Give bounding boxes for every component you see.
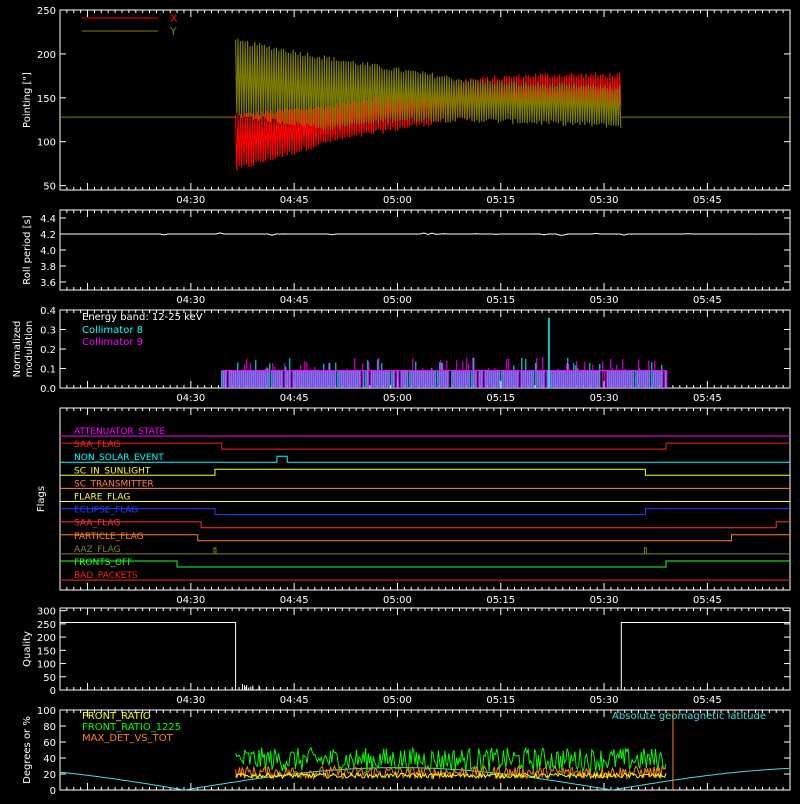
modulation-y-tick-label: 0.4 — [40, 306, 56, 317]
quality-y-tick-label: 200 — [37, 633, 56, 644]
quality-blips — [242, 684, 260, 690]
quality-y-tick-label: 100 — [37, 660, 56, 671]
modulation-legend-label: Collimator 8 — [82, 325, 143, 336]
modulation-y-tick-label: 0.1 — [40, 365, 56, 376]
modulation-time-label: 05:30 — [590, 393, 619, 404]
roll-y-tick-label: 3.6 — [40, 278, 56, 289]
modulation-legend-label: Collimator 9 — [82, 337, 143, 348]
quality-y-tick-label: 300 — [37, 607, 56, 618]
roll-y-tick-label: 3.8 — [40, 262, 56, 273]
summary-plot-canvas: 04:30 04:45 05:00 05:15 05:30 05:45 50 100 150 20… — [12, 6, 791, 797]
roll-y-tick-label: 4.4 — [40, 214, 56, 225]
flag-trace — [60, 442, 790, 450]
modulation-time-label: 04:30 — [176, 393, 205, 404]
quality-y-tick-label: 250 — [37, 620, 56, 631]
flags-time-label: 04:45 — [280, 595, 309, 606]
flag-trace — [60, 534, 790, 542]
hessi-observing-summary: 04:30 04:45 05:00 05:15 05:30 05:45 50 100 150 20… — [0, 0, 800, 800]
quality-time-label: 04:30 — [176, 695, 205, 706]
flags-time-label: 05:45 — [693, 595, 722, 606]
roll-period-series — [60, 232, 788, 236]
flags-time-label: 04:30 — [176, 595, 205, 606]
quality-series — [60, 622, 790, 691]
flags-y-label: Flags — [36, 486, 47, 512]
flag-trace — [60, 508, 790, 516]
quality-y-tick-label: 50 — [43, 673, 56, 684]
quality-time-label: 05:45 — [693, 695, 722, 706]
pointing-y-tick-label: 200 — [37, 50, 56, 61]
geomagnetic-latitude-label: Absolute geomagnetic latitude — [612, 711, 766, 722]
roll-y-label: Roll period [s] — [22, 215, 33, 284]
flags-time-label: 05:15 — [486, 595, 515, 606]
modulation-y-tick-label: 0.3 — [40, 326, 56, 337]
pointing-time-label: 05:00 — [383, 195, 412, 206]
quality-time-label: 05:15 — [486, 695, 515, 706]
ratios-y-tick-label: 100 — [37, 706, 56, 717]
flag-label: SAA_FLAG — [74, 519, 120, 529]
roll-frame — [59, 209, 791, 291]
ratios-y-tick-label: 40 — [43, 754, 56, 765]
ratios-y-label: Degrees or % — [22, 716, 33, 784]
ratios-y-tick-label: 20 — [43, 770, 56, 781]
roll-time-label: 05:30 — [590, 295, 619, 306]
modulation-y-tick-label: 0.2 — [40, 345, 56, 356]
pointing-legend-label: X — [170, 12, 178, 25]
flag-label: SAA_FLAG — [74, 440, 120, 450]
quality-y-label: Quality — [22, 631, 33, 667]
flag-trace — [60, 455, 790, 463]
roll-time-label: 05:15 — [486, 295, 515, 306]
roll-y-tick-label: 4.2 — [40, 230, 56, 241]
roll-y-tick-label: 4.0 — [40, 246, 56, 257]
flag-label: ECLIPSE_FLAG — [74, 506, 138, 516]
flag-trace — [60, 521, 790, 529]
pointing-legend-label: Y — [169, 25, 177, 38]
modulation-y-tick-label: 0.0 — [40, 384, 56, 395]
ratios-legend-label: FRONT_RATIO — [82, 711, 151, 722]
pointing-time-label: 05:45 — [693, 195, 722, 206]
ratios-legend-label: MAX_DET_VS_TOT — [82, 733, 174, 744]
flag-pulse — [213, 547, 217, 554]
roll-time-label: 04:45 — [280, 295, 309, 306]
front-ratio-1225-series — [235, 746, 667, 774]
pointing-time-label: 05:30 — [590, 195, 619, 206]
modulation-time-label: 05:15 — [486, 393, 515, 404]
pointing-time-label: 04:45 — [280, 195, 309, 206]
modulation-energy-label: Energy band: 12-25 keV — [82, 312, 203, 323]
pointing-time-label: 04:30 — [176, 195, 205, 206]
modulation-y-label: modulation — [24, 321, 35, 378]
modulation-time-label: 05:00 — [383, 393, 412, 404]
modulation-time-label: 04:45 — [280, 393, 309, 404]
pointing-y-tick-label: 250 — [37, 6, 56, 17]
ratios-y-tick-label: 0 — [50, 786, 56, 797]
quality-time-label: 05:00 — [383, 695, 412, 706]
pointing-y-tick-label: 50 — [43, 182, 56, 193]
flag-pulse — [643, 547, 647, 554]
quality-frame — [59, 607, 791, 691]
quality-time-label: 05:30 — [590, 695, 619, 706]
quality-y-tick-label: 150 — [37, 646, 56, 657]
quality-y-tick-label: 0 — [50, 686, 56, 697]
flag-trace — [60, 560, 790, 568]
roll-time-label: 05:00 — [383, 295, 412, 306]
flag-label: FRONTS_OFF — [74, 558, 132, 568]
roll-time-label: 05:45 — [693, 295, 722, 306]
pointing-y-tick-label: 100 — [37, 138, 56, 149]
flag-label: PARTICLE_FLAG — [74, 532, 144, 542]
ratios-y-tick-label: 80 — [43, 722, 56, 733]
pointing-y-label: Pointing ["] — [22, 72, 33, 128]
modulation-time-label: 05:45 — [693, 393, 722, 404]
ratios-legend-label: FRONT_RATIO_1225 — [82, 722, 181, 733]
modulation-y-label: Normalized — [12, 321, 23, 378]
pointing-time-label: 05:15 — [486, 195, 515, 206]
ratios-y-tick-label: 60 — [43, 738, 56, 749]
pointing-y-tick-label: 150 — [37, 94, 56, 105]
quality-time-label: 04:45 — [280, 695, 309, 706]
flags-time-label: 05:00 — [383, 595, 412, 606]
flags-time-label: 05:30 — [590, 595, 619, 606]
flag-trace — [60, 468, 790, 476]
flags-frame — [59, 407, 791, 591]
roll-time-label: 04:30 — [176, 295, 205, 306]
